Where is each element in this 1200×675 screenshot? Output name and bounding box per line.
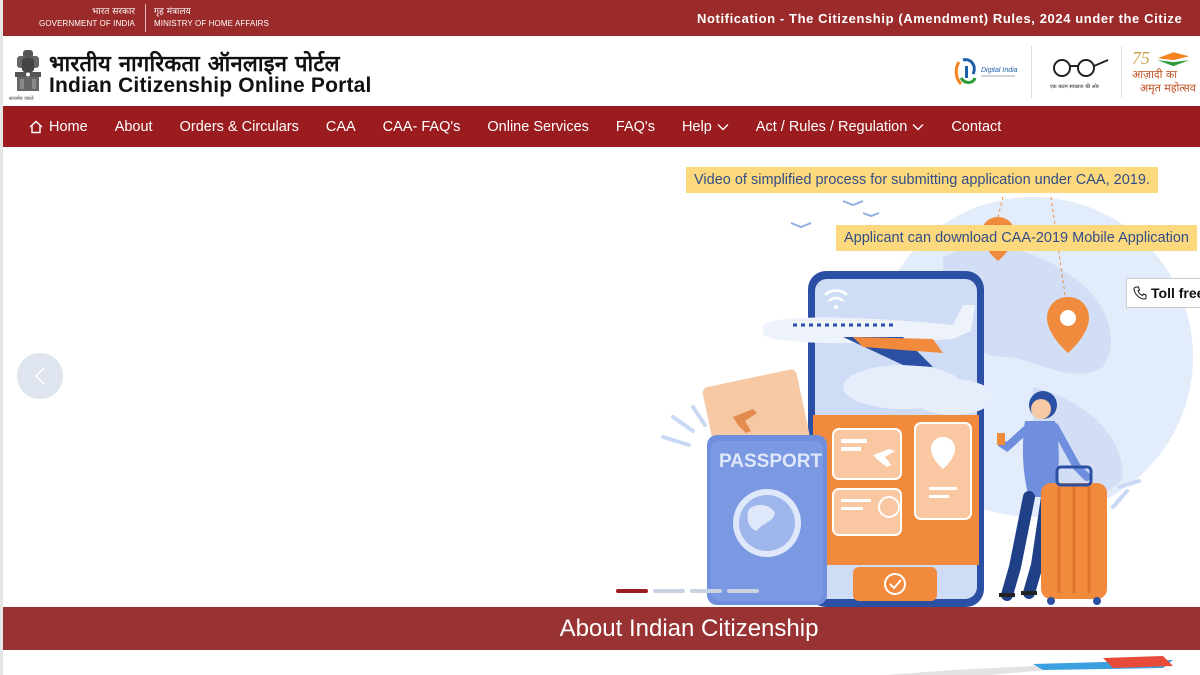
slider-dot-4[interactable] xyxy=(727,589,759,593)
nav-act-rules[interactable]: Act / Rules / Regulation xyxy=(756,119,925,135)
hero-slider: PASSPORT Video of simplified process for… xyxy=(3,147,1200,607)
nav-home[interactable]: Home xyxy=(29,119,88,135)
nav-about-label: About xyxy=(114,118,153,135)
tollfree-label: Toll free xyxy=(1151,285,1200,301)
nav-contact[interactable]: Contact xyxy=(951,119,1001,135)
slider-dot-3[interactable] xyxy=(690,589,722,593)
phone-icon xyxy=(1133,286,1147,300)
about-title: About Indian Citizenship xyxy=(559,614,819,642)
gov-of-india-link[interactable]: भारत सरकार GOVERNMENT OF INDIA xyxy=(3,4,146,32)
gov-strip: भारत सरकार GOVERNMENT OF INDIA गृह मंत्र… xyxy=(3,0,1200,36)
amrit-text-2: अमृत महोत्सव xyxy=(1140,82,1197,95)
nav-caa-faqs[interactable]: CAA- FAQ's xyxy=(383,119,461,135)
azadi-amrit-mahotsav-logo[interactable]: 75 आज़ादी का अमृत महोत्सव xyxy=(1121,46,1200,98)
nav-faqs-label: FAQ's xyxy=(615,118,655,135)
about-section-header: About Indian Citizenship xyxy=(3,607,1200,650)
chevron-down-icon xyxy=(912,123,924,130)
nav-contact-label: Contact xyxy=(951,118,1002,135)
nav-home-label: Home xyxy=(49,118,88,135)
nav-act-rules-label: Act / Rules / Regulation xyxy=(755,118,908,135)
swachh-bharat-text: एक कदम स्वच्छता की ओर xyxy=(1050,83,1100,90)
mha-link[interactable]: गृह मंत्रालय MINISTRY OF HOME AFFAIRS xyxy=(146,4,279,32)
site-title-english[interactable]: Indian Citizenship Online Portal xyxy=(49,74,372,98)
chevron-down-icon xyxy=(717,123,729,130)
gov-of-india-english: GOVERNMENT OF INDIA xyxy=(39,19,135,28)
slider-dot-2[interactable] xyxy=(653,589,685,593)
nav-caa-label: CAA xyxy=(325,118,356,135)
nav-caa[interactable]: CAA xyxy=(326,119,356,135)
nav-orders-circulars[interactable]: Orders & Circulars xyxy=(180,119,299,135)
emblem-caption: सत्यमेव जयते xyxy=(9,96,34,102)
mha-hindi: गृह मंत्रालय xyxy=(153,7,191,17)
tollfree-button[interactable]: Toll free xyxy=(1126,278,1200,308)
digital-india-text: Digital India xyxy=(981,67,1018,74)
national-emblem-icon xyxy=(11,48,45,96)
nav-help-label: Help xyxy=(681,118,712,135)
partner-logos: Digital India एक कदम स्वच्छता की ओर 75 आ… xyxy=(941,42,1200,102)
main-nav: Home About Orders & Circulars CAA CAA- F… xyxy=(3,106,1200,147)
site-header: सत्यमेव जयते भारतीय नागरिकता ऑनलाइन पोर्… xyxy=(3,36,1200,106)
content-area xyxy=(3,650,1200,675)
slider-dot-1[interactable] xyxy=(616,589,648,593)
passport-text: PASSPORT xyxy=(719,451,823,472)
nav-help[interactable]: Help xyxy=(682,119,729,135)
notification-text: Notification - The Citizenship (Amendmen… xyxy=(697,10,1183,26)
notification-ticker[interactable]: Notification - The Citizenship (Amendmen… xyxy=(683,0,1200,36)
amrit-text-1: आज़ादी का xyxy=(1132,68,1177,81)
nav-faqs[interactable]: FAQ's xyxy=(616,119,655,135)
nav-about[interactable]: About xyxy=(115,119,153,135)
swachh-bharat-logo[interactable]: एक कदम स्वच्छता की ओर xyxy=(1031,46,1121,98)
nav-caa-faqs-label: CAA- FAQ's xyxy=(382,118,461,135)
nav-online-services-label: Online Services xyxy=(487,118,589,135)
svg-text:75: 75 xyxy=(1132,48,1150,68)
slider-prev-button[interactable] xyxy=(17,353,63,399)
mha-english: MINISTRY OF HOME AFFAIRS xyxy=(153,19,269,28)
callout-video-caa[interactable]: Video of simplified process for submitti… xyxy=(686,167,1158,193)
decorative-banner-edge xyxy=(886,656,1173,675)
nav-online-services[interactable]: Online Services xyxy=(487,119,589,135)
callout-mobile-app[interactable]: Applicant can download CAA-2019 Mobile A… xyxy=(836,225,1197,251)
page: भारत सरकार GOVERNMENT OF INDIA गृह मंत्र… xyxy=(0,0,1200,675)
chevron-left-icon xyxy=(34,367,45,385)
gov-of-india-hindi: भारत सरकार xyxy=(91,7,135,17)
nav-orders-label: Orders & Circulars xyxy=(179,118,299,135)
home-icon xyxy=(29,120,43,133)
slider-dots xyxy=(616,589,764,593)
digital-india-logo[interactable]: Digital India xyxy=(941,46,1031,98)
